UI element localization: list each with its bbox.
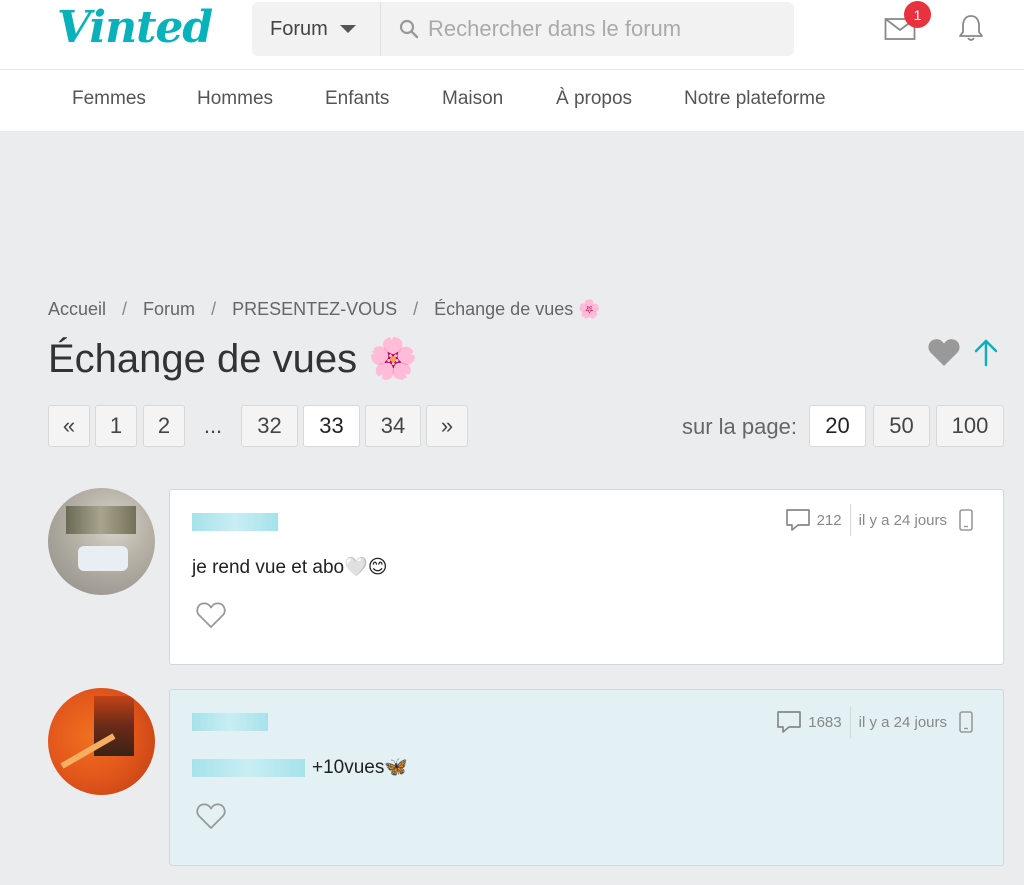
like-heart-icon[interactable] (195, 801, 227, 831)
nav-item-notre-plateforme[interactable]: Notre plateforme (684, 88, 826, 110)
breadcrumb-forum[interactable]: Forum (143, 299, 195, 319)
breadcrumb: Accueil / Forum / PRESENTEZ-VOUS / Échange de … (48, 299, 601, 320)
avatar-figure (78, 546, 128, 571)
pagination-page-button[interactable]: 32 (241, 405, 298, 447)
comment-icon (777, 711, 802, 733)
forum-select-label: Forum (270, 17, 328, 40)
post-author-name[interactable] (192, 513, 278, 531)
phone-icon (959, 509, 973, 531)
post-card: 1683 il y a 24 jours +10vues🦋 (169, 689, 1004, 866)
search-icon (399, 19, 419, 39)
post-time: il y a 24 jours (858, 511, 947, 529)
breadcrumb-current: Échange de vues 🌸 (434, 299, 601, 319)
comment-icon (785, 509, 810, 531)
pagination-ellipsis: ... (203, 413, 223, 438)
post-author-name[interactable] (192, 713, 268, 731)
avatar[interactable] (48, 688, 155, 795)
like-heart-icon[interactable] (195, 600, 227, 630)
search-input[interactable] (428, 10, 778, 48)
nav-item-femmes[interactable]: Femmes (72, 88, 146, 110)
top-header: Vinted Forum 1 (0, 0, 1024, 70)
search-bar: Forum (252, 2, 794, 56)
pagination-page-button[interactable]: 1 (95, 405, 137, 447)
per-page-option-50[interactable]: 50 (873, 405, 930, 447)
per-page-option-100[interactable]: 100 (936, 405, 1004, 447)
post-text: je rend vue et abo🤍😊 (192, 557, 388, 578)
nav-item-a-propos[interactable]: À propos (556, 88, 632, 110)
post-meta: 1683 il y a 24 jours (776, 706, 973, 738)
per-page-label: sur la page: (682, 414, 797, 439)
breadcrumb-separator: / (413, 299, 419, 319)
phone-icon (959, 711, 973, 733)
pagination-prev-button[interactable]: « (48, 405, 90, 447)
post-meta: 212 il y a 24 jours (785, 504, 973, 536)
meta-divider (849, 706, 851, 738)
post-card: 212 il y a 24 jours je rend vue et abo🤍😊 (169, 489, 1004, 665)
arrow-up-icon[interactable] (970, 336, 1002, 368)
favorite-heart-icon[interactable] (927, 337, 961, 367)
nav-item-maison[interactable]: Maison (442, 88, 503, 110)
caret-down-icon (339, 25, 356, 33)
notification-badge: 1 (904, 1, 931, 28)
pagination-page-button[interactable]: 2 (143, 405, 185, 447)
breadcrumb-separator: / (122, 299, 128, 319)
avatar-blur (66, 506, 136, 534)
avatar[interactable] (48, 488, 155, 595)
pagination-next-button[interactable]: » (426, 405, 468, 447)
post-mention[interactable] (192, 759, 305, 777)
comment-count: 1683 (808, 713, 842, 731)
meta-divider (849, 504, 851, 536)
nav-item-hommes[interactable]: Hommes (197, 88, 273, 110)
category-nav: Femmes Hommes Enfants Maison À propos No… (0, 70, 1024, 131)
breadcrumb-separator: / (211, 299, 217, 319)
nav-item-enfants[interactable]: Enfants (325, 88, 389, 110)
breadcrumb-presentez-vous[interactable]: PRESENTEZ-VOUS (232, 299, 397, 319)
vinted-logo[interactable]: Vinted (57, 2, 213, 53)
forum-scope-select[interactable]: Forum (252, 2, 381, 56)
pagination-page-button[interactable]: 34 (365, 405, 421, 447)
post-time: il y a 24 jours (858, 713, 947, 731)
breadcrumb-accueil[interactable]: Accueil (48, 299, 106, 319)
post-text: +10vues🦋 (312, 757, 409, 778)
page-title: Échange de vues 🌸 (48, 337, 419, 381)
per-page-option-20[interactable]: 20 (809, 405, 866, 447)
bell-icon[interactable] (955, 12, 987, 44)
comment-count: 212 (816, 511, 842, 529)
pagination-current-page[interactable]: 33 (303, 405, 360, 447)
